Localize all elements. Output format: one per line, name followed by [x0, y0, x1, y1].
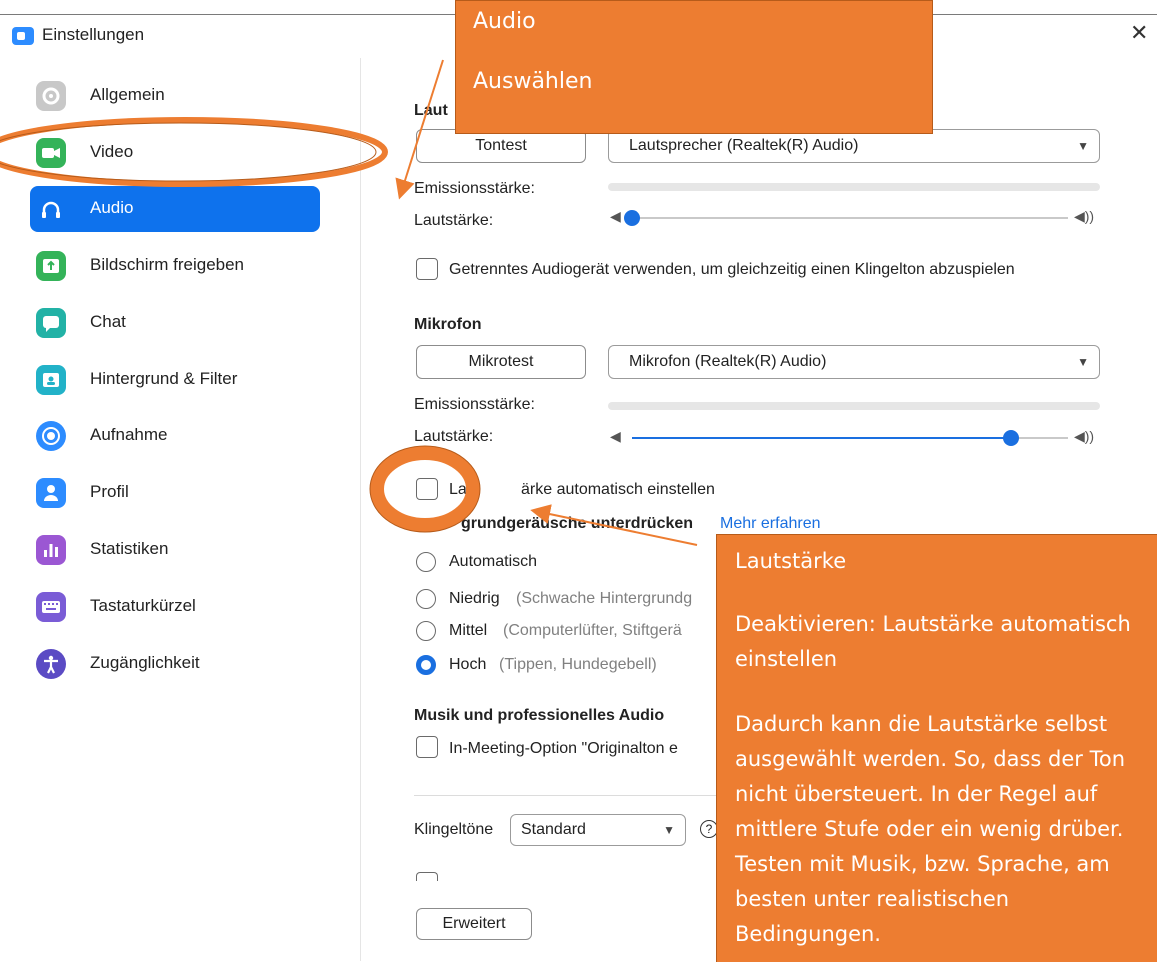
highlight-ellipse-video-outline: [0, 122, 377, 182]
callout-volume-explanation: Lautstärke Deaktivieren: Lautstärke auto…: [716, 534, 1157, 962]
callout-right-line1: Deaktivieren: Lautstärke automatisch ein…: [735, 612, 1131, 671]
callout-top-line1: Audio: [473, 9, 536, 34]
arrow-to-checkbox: [530, 504, 698, 546]
callout-right-title: Lautstärke: [735, 549, 847, 573]
callout-right-line2: Dadurch kann die Lautstärke selbst ausge…: [735, 712, 1125, 946]
callout-top-line2: Auswählen: [473, 69, 593, 94]
callout-audio-select: Audio Auswählen: [455, 0, 933, 134]
arrow-to-audio: [395, 59, 444, 200]
highlight-ellipse-checkbox: [370, 446, 480, 532]
